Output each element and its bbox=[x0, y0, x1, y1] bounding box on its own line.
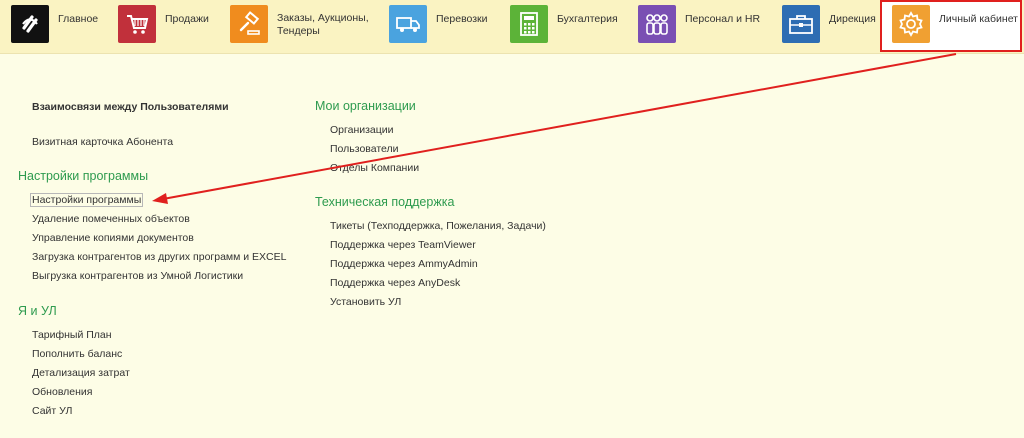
nav-item-transport[interactable]: Перевозки bbox=[389, 5, 488, 47]
organizations-section-title: Мои организации bbox=[315, 99, 416, 113]
users-relations-link[interactable]: Взаимосвязи между Пользователями bbox=[32, 101, 229, 113]
nav-item-sales[interactable]: Продажи bbox=[118, 5, 209, 47]
export-contractors-link[interactable]: Выгрузка контрагентов из Умной Логистики bbox=[32, 270, 243, 282]
document-copies-link[interactable]: Управление копиями документов bbox=[32, 232, 194, 244]
people-icon bbox=[638, 5, 676, 43]
ammyadmin-support-link[interactable]: Поддержка через AmmyAdmin bbox=[330, 258, 478, 270]
cost-details-link[interactable]: Детализация затрат bbox=[32, 367, 130, 379]
top-navigation-bar: Главное Продажи Заказы, Аукционы, Тендер… bbox=[0, 0, 1024, 54]
nav-label-accounting: Бухгалтерия bbox=[557, 13, 618, 25]
briefcase-icon bbox=[782, 5, 820, 43]
truck-icon bbox=[389, 5, 427, 43]
users-link[interactable]: Пользователи bbox=[330, 143, 399, 155]
support-section-title: Техническая поддержка bbox=[315, 195, 455, 209]
top-up-balance-link[interactable]: Пополнить баланс bbox=[32, 348, 122, 360]
nav-label-orders: Заказы, Аукционы, bbox=[277, 12, 369, 24]
nav-label-hr: Персонал и HR bbox=[685, 13, 761, 25]
calculator-icon bbox=[510, 5, 548, 43]
nav-item-hr[interactable]: Персонал и HR bbox=[638, 5, 760, 47]
nav-label-management: Дирекция bbox=[829, 13, 876, 25]
nav-label-orders-line2: Тендеры bbox=[277, 25, 320, 37]
gavel-icon bbox=[230, 5, 268, 43]
departments-link[interactable]: Отделы Компании bbox=[330, 162, 419, 174]
nav-item-management[interactable]: Дирекция bbox=[782, 5, 876, 47]
teamviewer-support-link[interactable]: Поддержка через TeamViewer bbox=[330, 239, 476, 251]
tickets-link[interactable]: Тикеты (Техподдержка, Пожелания, Задачи) bbox=[330, 220, 546, 232]
nav-label-orders-wrap: Заказы, Аукционы, Тендеры bbox=[277, 12, 369, 38]
install-ul-link[interactable]: Установить УЛ bbox=[330, 296, 401, 308]
ul-section-title: Я и УЛ bbox=[18, 304, 57, 318]
anydesk-support-link[interactable]: Поддержка через AnyDesk bbox=[330, 277, 460, 289]
settings-section-title: Настройки программы bbox=[18, 169, 149, 183]
nav-item-personal-cabinet[interactable]: Личный кабинет bbox=[892, 5, 1018, 47]
program-settings-link[interactable]: Настройки программы bbox=[30, 193, 144, 207]
gear-icon bbox=[892, 5, 930, 43]
cart-icon bbox=[118, 5, 156, 43]
logo-icon bbox=[11, 5, 49, 43]
nav-label-main: Главное bbox=[58, 13, 99, 25]
nav-label-personal-cabinet: Личный кабинет bbox=[939, 13, 1018, 25]
updates-link[interactable]: Обновления bbox=[32, 386, 92, 398]
subscriber-card-link[interactable]: Визитная карточка Абонента bbox=[32, 136, 173, 148]
organizations-link[interactable]: Организации bbox=[330, 124, 394, 136]
nav-label-sales: Продажи bbox=[165, 13, 209, 25]
nav-item-orders[interactable]: Заказы, Аукционы, Тендеры bbox=[230, 5, 369, 47]
nav-item-accounting[interactable]: Бухгалтерия bbox=[510, 5, 618, 47]
import-contractors-link[interactable]: Загрузка контрагентов из других программ… bbox=[32, 251, 286, 263]
ul-site-link[interactable]: Сайт УЛ bbox=[32, 405, 72, 417]
tariff-plan-link[interactable]: Тарифный План bbox=[32, 329, 112, 341]
nav-item-main[interactable]: Главное bbox=[11, 5, 98, 47]
delete-marked-link[interactable]: Удаление помеченных объектов bbox=[32, 213, 190, 225]
nav-label-transport: Перевозки bbox=[436, 13, 488, 25]
